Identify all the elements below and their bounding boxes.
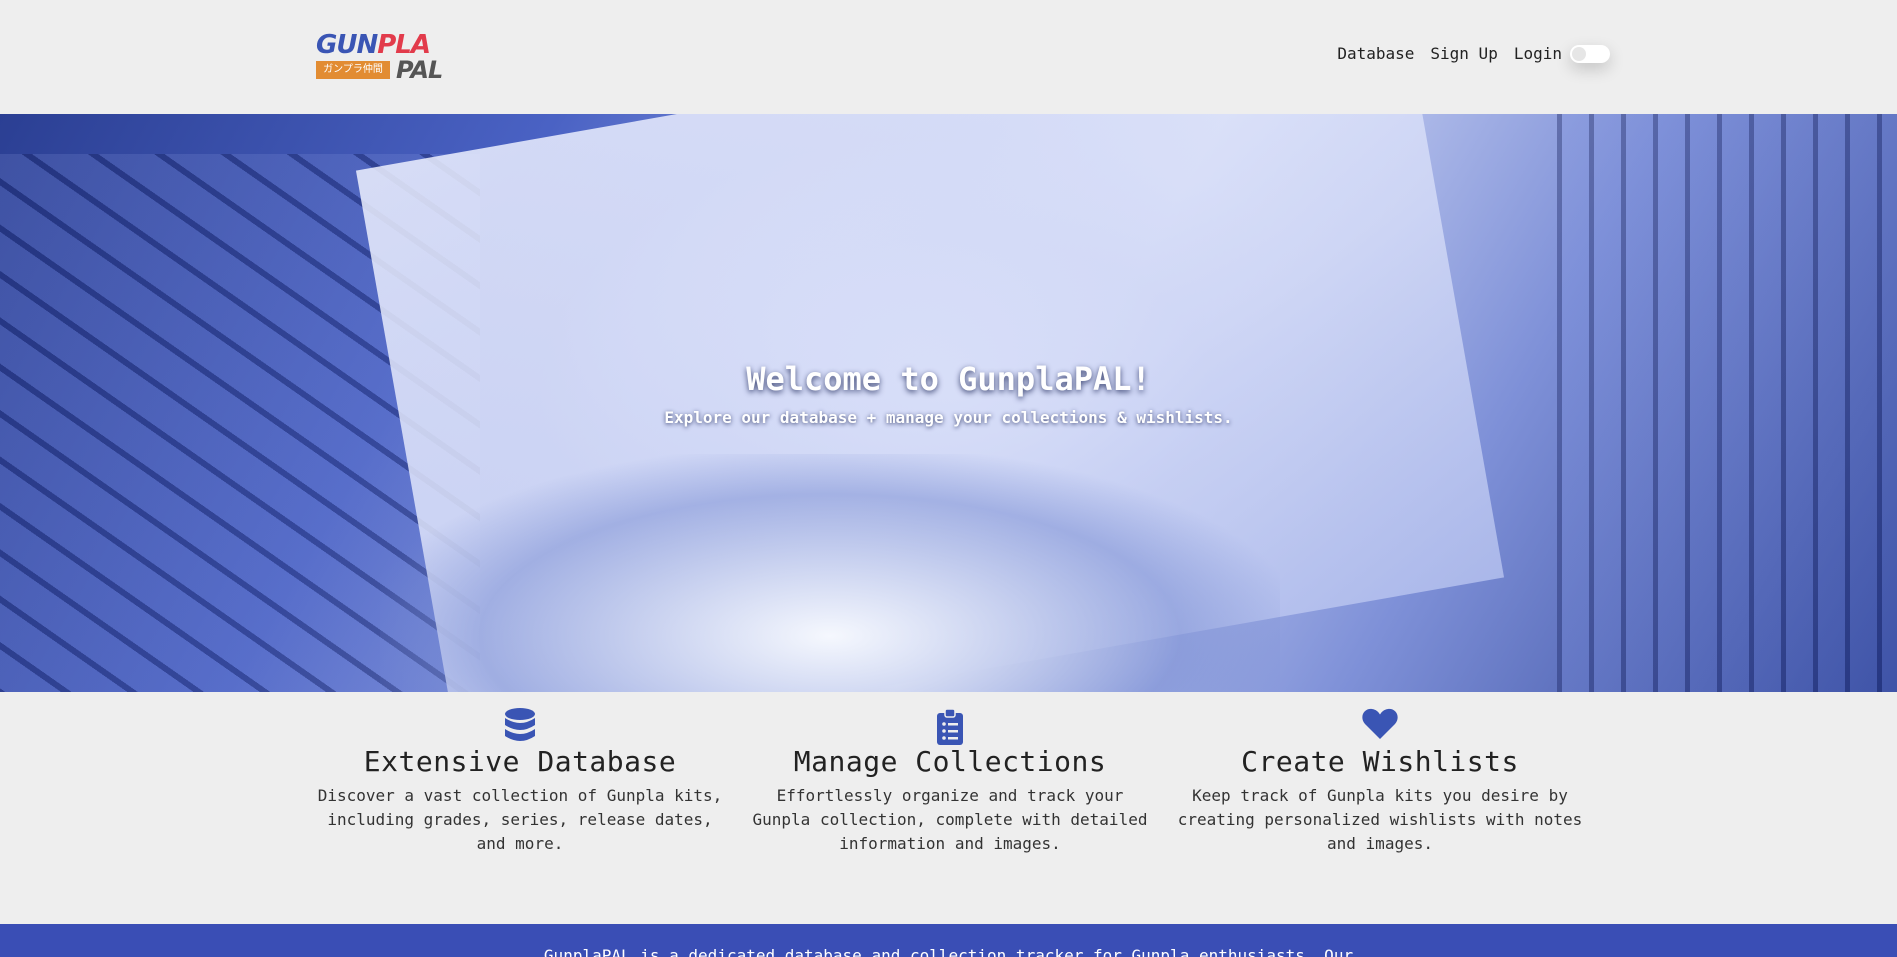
nav-login[interactable]: Login	[1514, 44, 1562, 63]
heart-icon	[1165, 708, 1595, 748]
hero-title: Welcome to GunplaPAL!	[746, 360, 1151, 398]
gunplapal-logo[interactable]: GUNPLA ガンプラ仲間 PAL	[316, 32, 459, 84]
feature-description: Discover a vast collection of Gunpla kit…	[317, 786, 723, 853]
feature-description: Effortlessly organize and track your Gun…	[752, 786, 1148, 853]
nav-database[interactable]: Database	[1337, 44, 1414, 63]
logo-gun: GUN	[316, 30, 378, 60]
logo-japanese: ガンプラ仲間	[316, 61, 390, 79]
feature-database: Extensive Database Discover a vast colle…	[305, 708, 735, 868]
logo-subline: ガンプラ仲間 PAL	[316, 56, 443, 84]
feature-description: Keep track of Gunpla kits you desire by …	[1177, 786, 1583, 853]
logo-pal: PAL	[396, 56, 443, 84]
about-text: GunplaPAL is a dedicated database and co…	[543, 946, 1354, 957]
feature-title: Create Wishlists	[1241, 745, 1519, 778]
main-nav: Database Sign Up Login	[1337, 44, 1610, 63]
nav-sign-up[interactable]: Sign Up	[1430, 44, 1497, 63]
hero-background-model-kit	[380, 454, 1280, 692]
theme-toggle[interactable]	[1570, 44, 1610, 63]
about-footer: GunplaPAL is a dedicated database and co…	[0, 924, 1897, 957]
feature-title: Extensive Database	[363, 745, 677, 778]
clipboard-list-icon	[735, 708, 1165, 748]
hero-banner: Welcome to GunplaPAL! Explore our databa…	[0, 114, 1897, 692]
database-icon	[305, 708, 735, 748]
features-section: Extensive Database Discover a vast colle…	[305, 708, 1605, 868]
site-header: GUNPLA ガンプラ仲間 PAL Database Sign Up Login	[0, 0, 1897, 114]
hero-background-runners-right	[1557, 114, 1897, 692]
hero-subtitle: Explore our database + manage your colle…	[664, 408, 1233, 427]
feature-collections: Manage Collections Effortlessly organize…	[735, 708, 1165, 868]
feature-title: Manage Collections	[793, 745, 1107, 778]
feature-wishlists: Create Wishlists Keep track of Gunpla ki…	[1165, 708, 1595, 868]
toggle-knob	[1572, 46, 1586, 61]
logo-wordmark: GUNPLA	[316, 32, 459, 58]
